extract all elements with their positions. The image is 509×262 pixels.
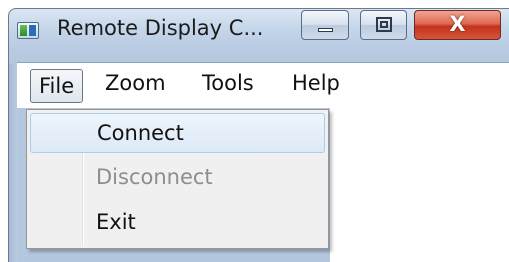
menu-item-connect-label: Connect [97,121,184,145]
minimize-button[interactable] [301,10,349,40]
menu-item-exit[interactable]: Exit [30,203,325,243]
maximize-button[interactable] [360,10,407,40]
menu-item-connect[interactable]: Connect [30,113,325,153]
minimize-icon [318,28,333,32]
menu-item-exit-label: Exit [96,210,136,234]
client-area [330,108,509,262]
menu-bar: File Zoom Tools Help [17,62,509,108]
maximize-icon [376,17,392,32]
window-frame-left [9,64,17,262]
menu-tools[interactable]: Tools [202,71,254,95]
menu-file[interactable]: File [30,69,84,103]
menu-item-disconnect-label: Disconnect [96,165,213,189]
menu-help[interactable]: Help [292,71,340,95]
app-icon [17,22,39,39]
menu-item-disconnect: Disconnect [30,158,325,198]
window-title: Remote Display C... [57,16,264,40]
close-icon: X [449,12,466,36]
close-button[interactable]: X [414,10,501,40]
file-dropdown-menu: Connect Disconnect Exit [26,109,329,249]
menu-zoom[interactable]: Zoom [105,71,166,95]
